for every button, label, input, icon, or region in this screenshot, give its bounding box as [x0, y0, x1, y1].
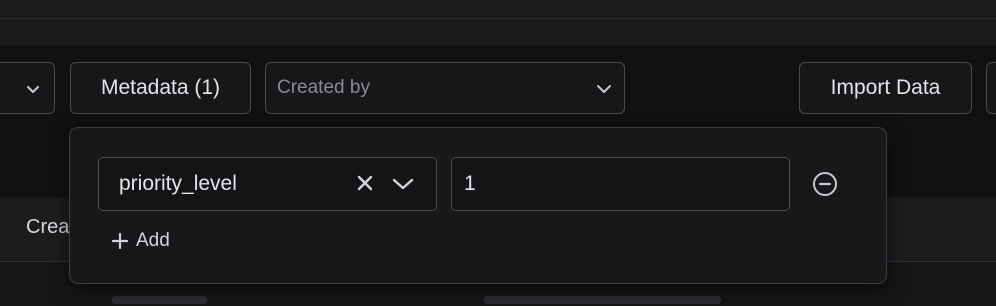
app-root: Metadata (1) Created by Import Data Crea…	[0, 0, 996, 306]
metadata-filter-popover: priority_level Add	[69, 127, 887, 284]
metadata-filter-button[interactable]: Metadata (1)	[70, 62, 251, 114]
chevron-down-icon[interactable]	[391, 174, 415, 194]
overflow-toolbar-button[interactable]	[986, 62, 996, 114]
chevron-down-icon	[595, 81, 613, 97]
add-metadata-filter-button[interactable]: Add	[111, 230, 170, 252]
close-icon[interactable]	[354, 172, 376, 199]
table-row-placeholder	[112, 296, 207, 304]
table-row-placeholder	[484, 296, 721, 304]
metadata-key-select[interactable]: priority_level	[98, 157, 437, 211]
import-data-button[interactable]: Import Data	[799, 62, 972, 114]
created-by-select[interactable]: Created by	[265, 62, 625, 114]
previous-filter-select[interactable]	[0, 62, 55, 114]
top-bar	[0, 0, 996, 19]
minus-circle-icon[interactable]	[811, 170, 839, 203]
chevron-down-icon	[25, 81, 41, 97]
import-data-label: Import Data	[830, 76, 941, 99]
metadata-key-value: priority_level	[119, 172, 237, 195]
sub-header-band	[0, 19, 996, 45]
metadata-filter-label: Metadata (1)	[100, 76, 221, 99]
add-metadata-filter-label: Add	[136, 230, 170, 251]
created-by-placeholder: Created by	[277, 77, 370, 98]
metadata-value-input[interactable]	[451, 157, 790, 211]
plus-icon	[111, 232, 129, 250]
table-column-header: Crea	[26, 216, 70, 238]
